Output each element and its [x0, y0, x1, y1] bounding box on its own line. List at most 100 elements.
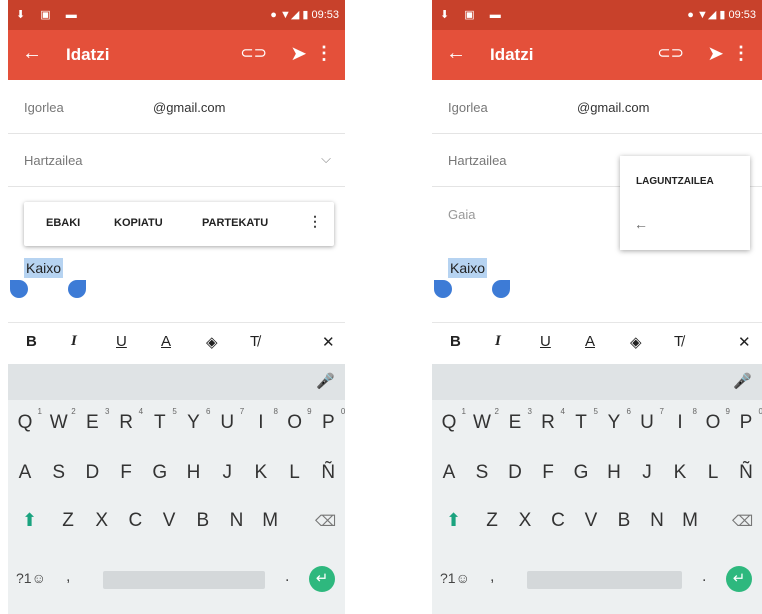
close-icon[interactable]: ✕ — [738, 333, 751, 351]
key-z[interactable]: Z — [53, 510, 83, 532]
symbols-key[interactable]: ?1☺ — [16, 570, 46, 586]
text-color-icon[interactable]: A — [161, 333, 171, 350]
backspace-icon[interactable]: ⌫ — [315, 512, 336, 530]
cut-button[interactable]: EBAKI — [46, 217, 80, 229]
key-d[interactable]: D — [77, 462, 107, 484]
selection-handle-left[interactable] — [10, 280, 28, 298]
microphone-icon[interactable]: 🎤 — [733, 372, 752, 390]
comma-key[interactable]: , — [66, 568, 70, 586]
selected-text[interactable]: Kaixo — [24, 258, 64, 278]
key-e[interactable]: E3 — [77, 407, 109, 434]
to-field[interactable]: Hartzailea ⌵ — [8, 133, 345, 187]
period-key[interactable]: . — [285, 568, 289, 586]
key-n[interactable]: N — [222, 510, 252, 532]
attach-icon[interactable]: ⊂⊃ — [240, 43, 267, 63]
key-p[interactable]: P0 — [313, 407, 345, 434]
key-r[interactable]: R4 — [111, 407, 143, 434]
selection-handle-left[interactable] — [434, 280, 452, 298]
key-p[interactable]: P0 — [731, 407, 762, 434]
share-button[interactable]: PARTEKATU — [202, 217, 268, 229]
italic-icon[interactable]: I — [71, 333, 77, 350]
period-key[interactable]: . — [702, 568, 706, 586]
key-x[interactable]: X — [510, 510, 540, 532]
enter-key[interactable]: ↵ — [726, 566, 752, 592]
key-u[interactable]: U7 — [632, 407, 664, 434]
fill-color-icon[interactable]: ◈ — [630, 333, 642, 351]
key-a[interactable]: A — [434, 462, 464, 484]
key-a[interactable]: A — [10, 462, 40, 484]
selection-handle-right[interactable] — [68, 280, 86, 298]
key-d[interactable]: D — [500, 462, 530, 484]
space-bar[interactable] — [103, 571, 265, 589]
space-bar[interactable] — [527, 571, 682, 589]
shift-icon[interactable]: ⬆ — [22, 510, 37, 531]
bold-icon[interactable]: B — [26, 333, 37, 350]
key-i[interactable]: I8 — [665, 407, 697, 434]
key-r[interactable]: R4 — [533, 407, 565, 434]
key-f[interactable]: F — [111, 462, 141, 484]
back-arrow-icon[interactable]: ← — [22, 42, 42, 65]
copy-button[interactable]: KOPIATU — [114, 217, 163, 229]
key-t[interactable]: T5 — [145, 407, 177, 434]
shift-icon[interactable]: ⬆ — [446, 510, 461, 531]
send-icon[interactable]: ➤ — [707, 41, 724, 66]
assistant-menu-item[interactable]: LAGUNTZAILEA — [636, 176, 714, 187]
text-color-icon[interactable]: A — [585, 333, 595, 350]
italic-icon[interactable]: I — [495, 333, 501, 350]
key-v[interactable]: V — [154, 510, 184, 532]
clear-format-icon[interactable]: T̸ — [674, 333, 683, 350]
more-options-icon[interactable]: ⋮ — [732, 43, 750, 64]
key-i[interactable]: I8 — [246, 407, 278, 434]
key-ñ[interactable]: Ñ — [731, 462, 761, 484]
key-ñ[interactable]: Ñ — [313, 462, 343, 484]
key-w[interactable]: W2 — [467, 407, 499, 434]
underline-icon[interactable]: U — [116, 333, 127, 350]
key-n[interactable]: N — [642, 510, 672, 532]
send-icon[interactable]: ➤ — [290, 41, 307, 66]
key-o[interactable]: O9 — [280, 407, 311, 434]
key-l[interactable]: L — [698, 462, 728, 484]
key-v[interactable]: V — [576, 510, 606, 532]
key-q[interactable]: Q1 — [434, 407, 466, 434]
key-b[interactable]: B — [188, 510, 218, 532]
more-menu-icon[interactable]: ⋮ — [308, 213, 322, 230]
key-l[interactable]: L — [280, 462, 310, 484]
from-field[interactable]: Igorlea @gmail.com — [432, 80, 762, 134]
key-u[interactable]: U7 — [212, 407, 244, 434]
key-c[interactable]: C — [120, 510, 150, 532]
key-b[interactable]: B — [609, 510, 639, 532]
clear-format-icon[interactable]: T̸ — [250, 333, 259, 350]
key-j[interactable]: J — [212, 462, 242, 484]
enter-key[interactable]: ↵ — [309, 566, 335, 592]
back-arrow-icon[interactable]: ← — [446, 42, 466, 65]
attach-icon[interactable]: ⊂⊃ — [657, 43, 684, 63]
key-y[interactable]: Y6 — [599, 407, 631, 434]
symbols-key[interactable]: ?1☺ — [440, 570, 470, 586]
key-q[interactable]: Q1 — [10, 407, 42, 434]
key-g[interactable]: G — [145, 462, 175, 484]
key-w[interactable]: W2 — [44, 407, 76, 434]
key-f[interactable]: F — [533, 462, 563, 484]
key-s[interactable]: S — [467, 462, 497, 484]
microphone-icon[interactable]: 🎤 — [316, 372, 335, 390]
key-m[interactable]: M — [675, 510, 705, 532]
key-o[interactable]: O9 — [698, 407, 730, 434]
comma-key[interactable]: , — [490, 568, 494, 586]
key-j[interactable]: J — [632, 462, 662, 484]
selected-text[interactable]: Kaixo — [448, 258, 488, 278]
key-k[interactable]: K — [665, 462, 695, 484]
key-c[interactable]: C — [543, 510, 573, 532]
key-h[interactable]: H — [179, 462, 209, 484]
close-icon[interactable]: ✕ — [322, 333, 335, 351]
key-z[interactable]: Z — [477, 510, 507, 532]
subject-field[interactable]: Gaia — [448, 207, 475, 222]
underline-icon[interactable]: U — [540, 333, 551, 350]
from-field[interactable]: Igorlea @gmail.com — [8, 80, 345, 134]
back-arrow-icon[interactable]: ← — [634, 216, 648, 232]
key-e[interactable]: E3 — [500, 407, 532, 434]
bold-icon[interactable]: B — [450, 333, 461, 350]
key-h[interactable]: H — [599, 462, 629, 484]
selection-handle-right[interactable] — [492, 280, 510, 298]
key-t[interactable]: T5 — [566, 407, 598, 434]
backspace-icon[interactable]: ⌫ — [732, 512, 753, 530]
